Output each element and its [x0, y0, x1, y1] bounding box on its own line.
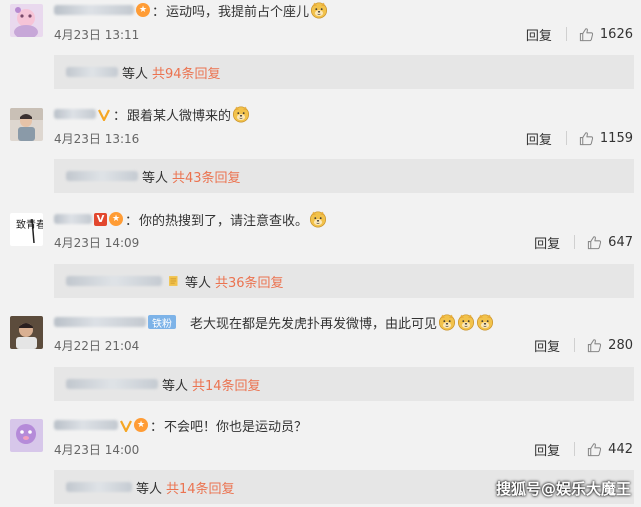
colon: ：: [113, 108, 127, 124]
replier-names-blurred: [66, 482, 132, 492]
reply-button[interactable]: 回复: [534, 336, 560, 355]
comment-actions: 回复 647: [534, 233, 633, 252]
thumbs-up-icon[interactable]: [587, 338, 602, 353]
replies-summary[interactable]: 等人 共43条回复: [54, 159, 634, 193]
reply-button[interactable]: 回复: [534, 440, 560, 459]
comment-actions: 回复 442: [534, 440, 633, 459]
avatar[interactable]: [10, 419, 43, 452]
comment-actions: 回复 1626: [526, 25, 633, 44]
comment-item: 致青春 V ★ ： 你的热搜到了，请注意查收。 4月23日 14:09 回复 6…: [0, 207, 641, 311]
comment-actions: 回复 1159: [526, 129, 633, 148]
comment-item: ★ ： 运动吗，我提前占个座儿 4月23日 13:11 回复 1626 等人 共…: [0, 0, 641, 104]
replies-count-link[interactable]: 共43条回复: [172, 167, 241, 186]
thumbs-up-icon[interactable]: [587, 442, 602, 457]
comment-date: 4月23日 13:16: [54, 131, 140, 146]
comment-line: ： 跟着某人微博来的: [54, 104, 250, 124]
fan-badge: 铁粉: [148, 315, 176, 330]
avatar[interactable]: [10, 316, 43, 349]
divider: [565, 27, 567, 41]
like-count: 647: [608, 234, 633, 250]
comment-text: 跟着某人微博来的: [127, 108, 232, 124]
medal-icon: ★: [109, 212, 123, 226]
replies-prefix: 等人: [142, 170, 169, 186]
reply-button[interactable]: 回复: [526, 129, 552, 148]
divider: [565, 131, 567, 145]
comment-text: 不会吧！你也是运动员？: [164, 419, 308, 435]
comment-line: V ★ ： 你的热搜到了，请注意查收。: [54, 209, 327, 229]
colon: ：: [150, 419, 164, 435]
divider: [574, 235, 576, 249]
replies-count-link[interactable]: 共36条回复: [215, 272, 284, 291]
medal-icon: ★: [134, 418, 148, 432]
replies-count-link[interactable]: 共14条回复: [192, 375, 261, 394]
replier-names-blurred: [66, 276, 162, 286]
comment-text: 运动吗，我提前占个座儿: [166, 4, 310, 20]
comment-text: 老大现在都是先发虎扑再发微博，由此可见: [190, 316, 438, 332]
like-count: 280: [608, 337, 633, 353]
reply-button[interactable]: 回复: [526, 25, 552, 44]
comment-line: ★ ： 不会吧！你也是运动员？: [54, 415, 307, 435]
svg-text:致青春: 致青春: [16, 218, 43, 231]
verified-v-icon: [120, 420, 132, 432]
thumbs-up-icon[interactable]: [587, 235, 602, 250]
comment-date: 4月23日 13:11: [54, 27, 140, 42]
replier-names-blurred: [66, 171, 138, 181]
thumbs-up-icon[interactable]: [579, 131, 594, 146]
doge-emoji: [232, 105, 250, 123]
replies-prefix: 等人: [136, 481, 163, 497]
doge-emoji: [438, 313, 456, 331]
doge-emoji: [309, 210, 327, 228]
avatar[interactable]: [10, 108, 43, 141]
divider: [574, 338, 576, 352]
colon: ：: [152, 4, 166, 20]
reply-button[interactable]: 回复: [534, 233, 560, 252]
doge-emoji: [476, 313, 494, 331]
comment-item: ： 跟着某人微博来的 4月23日 13:16 回复 1159 等人 共43条回复: [0, 102, 641, 206]
divider: [574, 442, 576, 456]
replies-count-link[interactable]: 共94条回复: [152, 63, 221, 82]
like-count: 1159: [599, 130, 633, 146]
username-blurred[interactable]: [54, 420, 118, 430]
doge-emoji: [310, 1, 328, 19]
replies-summary[interactable]: 等人 共36条回复: [54, 264, 634, 298]
replier-names-blurred: [66, 379, 158, 389]
replies-count-link[interactable]: 共14条回复: [166, 478, 235, 497]
watermark: 搜狐号@娱乐大魔王: [495, 480, 631, 498]
like-count: 442: [608, 441, 633, 457]
comment-date: 4月23日 14:00: [54, 442, 140, 457]
comment-line: ★ ： 运动吗，我提前占个座儿: [54, 0, 328, 20]
username-blurred[interactable]: [54, 109, 96, 119]
comment-item: 铁粉 老大现在都是先发虎扑再发微博，由此可见 4月22日 21:04 回复 28…: [0, 310, 641, 414]
username-blurred[interactable]: [54, 317, 146, 327]
note-icon: [169, 276, 178, 286]
comment-date: 4月22日 21:04: [54, 338, 140, 353]
replies-prefix: 等人: [122, 66, 149, 82]
username-blurred[interactable]: [54, 5, 134, 15]
doge-emoji: [457, 313, 475, 331]
comment-actions: 回复 280: [534, 336, 633, 355]
thumbs-up-icon[interactable]: [579, 27, 594, 42]
replies-prefix: 等人: [162, 378, 189, 394]
like-count: 1626: [599, 26, 633, 42]
avatar[interactable]: [10, 4, 43, 37]
replier-names-blurred: [66, 67, 118, 77]
medal-icon: ★: [136, 3, 150, 17]
replies-summary[interactable]: 等人 共94条回复: [54, 55, 634, 89]
verified-v-icon: [98, 109, 110, 121]
replies-summary[interactable]: 等人 共14条回复: [54, 367, 634, 401]
comment-text: 你的热搜到了，请注意查收。: [139, 213, 309, 229]
username-blurred[interactable]: [54, 214, 92, 224]
avatar[interactable]: 致青春: [10, 213, 43, 246]
verified-v-icon: V: [94, 212, 107, 226]
comment-date: 4月23日 14:09: [54, 235, 140, 250]
comment-line: 铁粉 老大现在都是先发虎扑再发微博，由此可见: [54, 312, 494, 332]
colon: ：: [125, 213, 139, 229]
replies-prefix: 等人: [185, 275, 212, 291]
